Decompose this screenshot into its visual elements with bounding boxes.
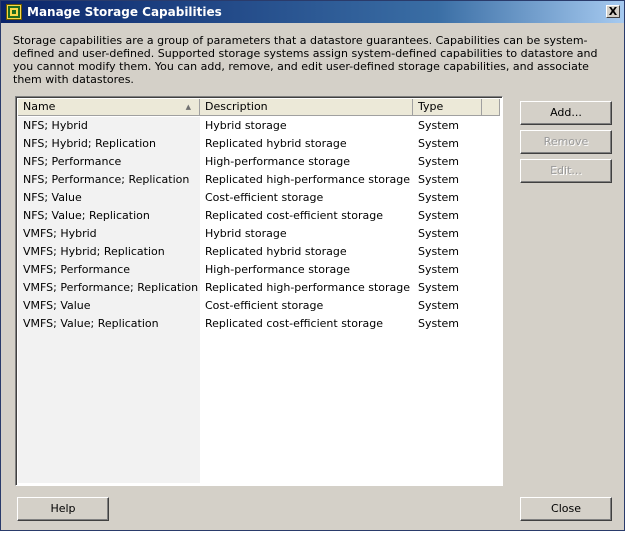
- row-type-cell: System: [418, 155, 460, 168]
- sort-ascending-icon: ▲: [185, 103, 191, 111]
- row-type-cell: System: [418, 119, 460, 132]
- table-row[interactable]: NFS; Value Cost-efficient storage System: [18, 189, 500, 207]
- row-description-cell: Replicated hybrid storage: [205, 245, 347, 258]
- row-name-cell: VMFS; Hybrid: [23, 227, 97, 240]
- table-header: Name ▲ Description Type: [18, 99, 500, 116]
- capabilities-table[interactable]: Name ▲ Description Type NFS; Hybrid Hybri…: [15, 96, 503, 486]
- row-description-cell: Replicated hybrid storage: [205, 137, 347, 150]
- title-bar[interactable]: Manage Storage Capabilities X: [1, 1, 624, 23]
- row-description-cell: High-performance storage: [205, 263, 350, 276]
- column-header-filler: [482, 99, 500, 116]
- column-header-description-label: Description: [205, 100, 268, 113]
- table-row[interactable]: VMFS; Hybrid Hybrid storage System: [18, 225, 500, 243]
- row-type-cell: System: [418, 191, 460, 204]
- row-name-cell: VMFS; Value; Replication: [23, 317, 159, 330]
- row-description-cell: Replicated cost-efficient storage: [205, 317, 383, 330]
- row-name-cell: NFS; Hybrid; Replication: [23, 137, 156, 150]
- row-type-cell: System: [418, 137, 460, 150]
- row-type-cell: System: [418, 245, 460, 258]
- table-row[interactable]: NFS; Value; Replication Replicated cost-e…: [18, 207, 500, 225]
- column-header-type-label: Type: [418, 100, 444, 113]
- row-name-cell: NFS; Value: [23, 191, 82, 204]
- row-name-cell: VMFS; Value: [23, 299, 91, 312]
- table-row[interactable]: VMFS; Performance High-performance storag…: [18, 261, 500, 279]
- row-description-cell: Replicated high-performance storage: [205, 281, 411, 294]
- column-header-name-label: Name: [23, 100, 56, 113]
- row-description-cell: Cost-efficient storage: [205, 191, 324, 204]
- row-name-cell: VMFS; Performance: [23, 263, 131, 276]
- row-type-cell: System: [418, 173, 460, 186]
- row-name-cell: NFS; Value; Replication: [23, 209, 150, 222]
- row-description-cell: Replicated cost-efficient storage: [205, 209, 383, 222]
- close-button[interactable]: Close: [520, 497, 612, 521]
- table-row[interactable]: NFS; Performance High-performance storage…: [18, 153, 500, 171]
- row-type-cell: System: [418, 227, 460, 240]
- column-header-description[interactable]: Description: [200, 99, 413, 116]
- row-description-cell: Hybrid storage: [205, 119, 287, 132]
- add-button[interactable]: Add...: [520, 101, 612, 125]
- remove-button[interactable]: Remove: [520, 130, 612, 154]
- table-row[interactable]: VMFS; Value; Replication Replicated cost-…: [18, 315, 500, 333]
- row-name-cell: NFS; Hybrid: [23, 119, 88, 132]
- edit-button[interactable]: Edit...: [520, 159, 612, 183]
- column-header-name[interactable]: Name ▲: [18, 99, 200, 116]
- vsphere-storage-icon: [6, 4, 22, 20]
- row-name-cell: NFS; Performance: [23, 155, 122, 168]
- intro-description: Storage capabilities are a group of para…: [13, 34, 598, 86]
- table-row[interactable]: NFS; Performance; Replication Replicated …: [18, 171, 500, 189]
- row-type-cell: System: [418, 281, 460, 294]
- table-row[interactable]: NFS; Hybrid Hybrid storage System: [18, 117, 500, 135]
- window-title: Manage Storage Capabilities: [27, 5, 222, 19]
- row-name-cell: VMFS; Performance; Replication: [23, 281, 199, 294]
- table-row[interactable]: VMFS; Hybrid; Replication Replicated hybr…: [18, 243, 500, 261]
- help-button[interactable]: Help: [17, 497, 109, 521]
- row-type-cell: System: [418, 263, 460, 276]
- row-description-cell: High-performance storage: [205, 155, 350, 168]
- column-header-type[interactable]: Type: [413, 99, 482, 116]
- row-type-cell: System: [418, 299, 460, 312]
- row-description-cell: Hybrid storage: [205, 227, 287, 240]
- close-icon[interactable]: X: [606, 5, 620, 18]
- row-name-cell: NFS; Performance; Replication: [23, 173, 190, 186]
- row-description-cell: Replicated high-performance storage: [205, 173, 411, 186]
- row-type-cell: System: [418, 209, 460, 222]
- row-type-cell: System: [418, 317, 460, 330]
- table-body: NFS; Hybrid Hybrid storage System NFS; Hybr…: [18, 117, 500, 333]
- manage-storage-capabilities-dialog: Manage Storage Capabilities X Storage ca…: [0, 0, 625, 531]
- row-description-cell: Cost-efficient storage: [205, 299, 324, 312]
- row-name-cell: VMFS; Hybrid; Replication: [23, 245, 165, 258]
- table-row[interactable]: NFS; Hybrid; Replication Replicated hybri…: [18, 135, 500, 153]
- table-row[interactable]: VMFS; Performance; Replication Replicated…: [18, 279, 500, 297]
- table-row[interactable]: VMFS; Value Cost-efficient storage System: [18, 297, 500, 315]
